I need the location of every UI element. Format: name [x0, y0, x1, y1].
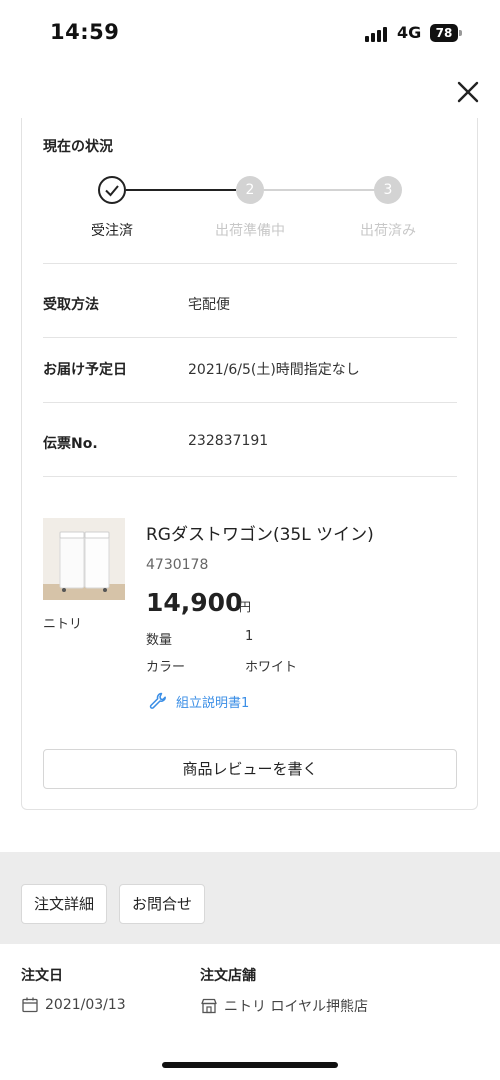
calendar-icon — [21, 996, 39, 1014]
order-date: 2021/03/13 — [21, 996, 126, 1014]
receive-method-value: 宅配便 — [188, 297, 230, 313]
price-unit: 円 — [239, 600, 252, 614]
slip-no-label: 伝票No. — [43, 436, 98, 452]
color-label: カラー — [146, 660, 186, 675]
quantity-value: 1 — [245, 629, 254, 644]
store-value: ニトリ ロイヤル押熊店 — [224, 999, 369, 1015]
store-label: 注文店舗 — [200, 968, 256, 984]
order-date-value: 2021/03/13 — [45, 997, 126, 1013]
step-line-done — [126, 189, 236, 191]
product-brand: ニトリ — [43, 617, 83, 632]
step-line-todo — [264, 189, 376, 191]
close-button[interactable] — [454, 78, 482, 106]
assembly-manual-label: 組立説明書1 — [176, 695, 250, 711]
wrench-icon — [149, 692, 166, 709]
product-image[interactable] — [43, 518, 125, 600]
divider — [43, 337, 457, 338]
status-section-title: 現在の状況 — [43, 139, 113, 155]
divider — [43, 476, 457, 477]
order-progress-stepper: 2 3 受注済 出荷準備中 出荷済み — [22, 174, 479, 244]
battery-tip — [459, 30, 462, 36]
step-3-circle: 3 — [374, 176, 402, 204]
network-label: 4G — [397, 23, 422, 42]
divider — [43, 263, 457, 264]
order-card: 現在の状況 2 3 受注済 出荷準備中 出荷済み 受取方法 宅配便 お届け予定日… — [21, 118, 478, 810]
order-store[interactable]: ニトリ ロイヤル押熊店 — [200, 996, 368, 1016]
delivery-date-value: 2021/6/5(土)時間指定なし — [188, 362, 360, 378]
divider — [43, 402, 457, 403]
dust-wagon-image — [43, 518, 125, 600]
close-icon — [457, 81, 479, 103]
status-bar: 14:59 4G 78 — [0, 0, 500, 66]
check-icon — [105, 185, 119, 197]
product-code: 4730178 — [146, 557, 209, 573]
battery-icon: 78 — [430, 24, 458, 42]
step-2-circle: 2 — [236, 176, 264, 204]
inquiry-button[interactable]: お問合せ — [119, 884, 205, 924]
product-price: 14,900 — [146, 588, 243, 617]
write-review-button[interactable]: 商品レビューを書く — [43, 749, 457, 789]
signal-icon — [365, 26, 391, 42]
home-indicator — [162, 1062, 338, 1068]
action-bar: 注文詳細 お問合せ — [0, 852, 500, 944]
assembly-manual-link[interactable]: 組立説明書1 — [148, 688, 249, 714]
order-detail-button[interactable]: 注文詳細 — [21, 884, 107, 924]
step-2-label: 出荷準備中 — [215, 223, 285, 239]
status-time: 14:59 — [50, 20, 120, 44]
delivery-date-label: お届け予定日 — [43, 362, 127, 378]
step-1-circle — [98, 176, 126, 204]
slip-no-value: 232837191 — [188, 433, 269, 449]
product-name[interactable]: RGダストワゴン(35L ツイン) — [146, 520, 374, 545]
quantity-label: 数量 — [146, 633, 173, 648]
order-date-label: 注文日 — [21, 968, 63, 984]
store-icon — [200, 997, 218, 1015]
color-value: ホワイト — [245, 660, 298, 675]
step-1-label: 受注済 — [91, 223, 133, 239]
step-3-label: 出荷済み — [360, 223, 416, 239]
receive-method-label: 受取方法 — [43, 297, 99, 313]
